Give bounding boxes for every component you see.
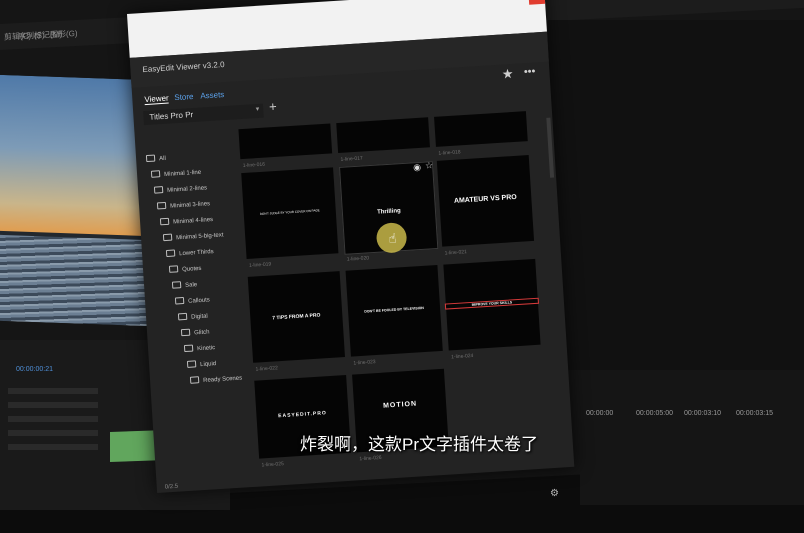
gear-icon[interactable]: ⚙ <box>550 488 559 499</box>
ruler-tick: 00:00:00 <box>586 410 614 417</box>
thumbnail-caption: 1-line-020 <box>346 255 370 263</box>
folder-icon <box>156 201 167 210</box>
easyedit-panel: × EasyEdit Viewer v3.2.0 Viewer Store As… <box>127 0 575 494</box>
thumbnail-caption: 1-line-021 <box>444 249 468 257</box>
folder-icon <box>165 249 176 258</box>
thumbnail-text: Thrilling <box>376 208 401 216</box>
thumbnail-text: MOTION <box>382 400 418 410</box>
thumbnail-card[interactable] <box>238 123 333 160</box>
thumbnail-card[interactable]: 7 TIPS FROM A PRO <box>247 271 345 363</box>
add-button[interactable]: + <box>269 99 278 114</box>
thumbnail-text: AMATEUR VS PRO <box>453 193 517 205</box>
folder-icon <box>145 154 156 163</box>
folder-icon <box>162 233 173 242</box>
folder-icon <box>159 217 170 226</box>
folder-icon <box>150 170 161 178</box>
timeline-ruler[interactable]: 00:00:00 00:00:05:00 00:00:03:10 00:00:0… <box>580 380 804 505</box>
folder-icon <box>153 186 164 194</box>
folder-icon <box>171 281 182 289</box>
folder-icon <box>183 344 194 353</box>
folder-icon <box>189 376 200 384</box>
star-icon[interactable]: ★ <box>501 66 514 83</box>
folder-icon <box>177 312 188 321</box>
timecode: 00:00:00:21 <box>16 366 53 373</box>
thumbnail-caption: 1-line-025 <box>261 461 285 469</box>
ruler-tick: 00:00:03:10 <box>684 410 721 417</box>
thumbnail-text: DON'T JUDGE BY YOUR COVER ON PAGE <box>259 208 320 217</box>
folder-item[interactable]: Glitch <box>180 327 210 337</box>
ruler-tick: 00:00:03:15 <box>736 410 773 417</box>
thumbnail-text: 7 TIPS FROM A PRO <box>272 312 321 322</box>
folder-item[interactable]: Minimal 5-big-text <box>162 230 224 242</box>
video-subtitle: 炸裂啊，这款Pr文字插件太卷了 <box>300 435 538 454</box>
thumbnail-caption: 1-line-019 <box>248 261 272 269</box>
tab-viewer[interactable]: Viewer <box>144 93 170 106</box>
thumbnail-card[interactable]: DON'T BE FOOLED BY TELEVISION <box>345 265 443 357</box>
folder-item[interactable]: Digital <box>177 312 208 322</box>
more-icon[interactable]: ••• <box>523 65 535 78</box>
thumbnail-text: DON'T BE FOOLED BY TELEVISION <box>364 305 425 314</box>
folder-item[interactable]: Quotes <box>168 264 202 274</box>
folder-item[interactable]: All <box>145 154 166 163</box>
folder-item[interactable]: Minimal 4-lines <box>159 215 213 226</box>
tab-assets[interactable]: Assets <box>200 90 225 100</box>
thumbnail-card[interactable]: Thrilling ☝ ◉ ☆ <box>339 160 439 255</box>
folder-icon <box>168 265 179 273</box>
dropdown-value: Titles Pro Pr <box>149 110 194 122</box>
folder-item[interactable]: Minimal 3-lines <box>156 199 210 210</box>
folder-item[interactable]: Lower Thirds <box>165 247 214 258</box>
thumbnail-card[interactable]: IMPROVE YOUR SKILLS <box>443 258 541 351</box>
chevron-down-icon: ▾ <box>255 105 260 114</box>
thumbnail-card[interactable] <box>434 111 528 147</box>
folder-item[interactable]: Minimal 1-line <box>150 168 201 179</box>
menu-item[interactable]: 图形(G) <box>50 28 78 40</box>
folder-item[interactable]: Liquid <box>186 359 216 369</box>
star-outline-icon[interactable]: ☆ <box>425 160 434 171</box>
thumbnail-caption: 1-line-016 <box>242 161 266 170</box>
folder-icon <box>180 328 191 337</box>
folder-item[interactable]: Minimal 2-lines <box>153 183 207 194</box>
thumbnail-caption: 1-line-018 <box>438 149 461 157</box>
folder-item[interactable]: Callouts <box>174 295 210 305</box>
footer-status: 0/2.5 <box>164 483 179 491</box>
close-button[interactable]: × <box>528 0 546 5</box>
thumbnail-caption: 1-line-026 <box>359 454 382 463</box>
folder-icon <box>186 360 197 368</box>
thumbnail-caption: 1-line-024 <box>451 352 474 361</box>
folder-item[interactable]: Ready Scenes <box>189 373 242 384</box>
folder-icon <box>174 296 185 305</box>
thumbnail-text: EASYEDIT.PRO <box>278 410 327 420</box>
thumbnail-text: IMPROVE YOUR SKILLS <box>444 296 539 311</box>
hand-cursor-icon: ☝ <box>388 230 397 247</box>
source-panel <box>548 20 804 370</box>
panel-title: EasyEdit Viewer v3.2.0 <box>142 59 225 75</box>
thumbnail-card[interactable] <box>336 117 430 154</box>
ruler-tick: 00:00:05:00 <box>636 410 673 417</box>
tab-store[interactable]: Store <box>174 92 194 102</box>
collection-dropdown[interactable]: Titles Pro Pr ▾ <box>143 103 264 126</box>
thumbnail-caption: 1-line-023 <box>353 359 376 367</box>
folder-item[interactable]: Kinetic <box>183 343 215 353</box>
thumbnail-caption: 1-line-017 <box>340 155 363 163</box>
folder-item[interactable]: Sale <box>171 280 197 290</box>
thumbnail-caption: 1-line-022 <box>255 365 278 373</box>
eye-icon[interactable]: ◉ <box>413 162 422 173</box>
thumbnail-grid: 1-line-016 1-line-017 1-line-018 DON'T J… <box>234 108 569 527</box>
thumbnail-card[interactable]: AMATEUR VS PRO <box>436 155 535 247</box>
thumbnail-card[interactable]: DON'T JUDGE BY YOUR COVER ON PAGE <box>241 167 339 259</box>
